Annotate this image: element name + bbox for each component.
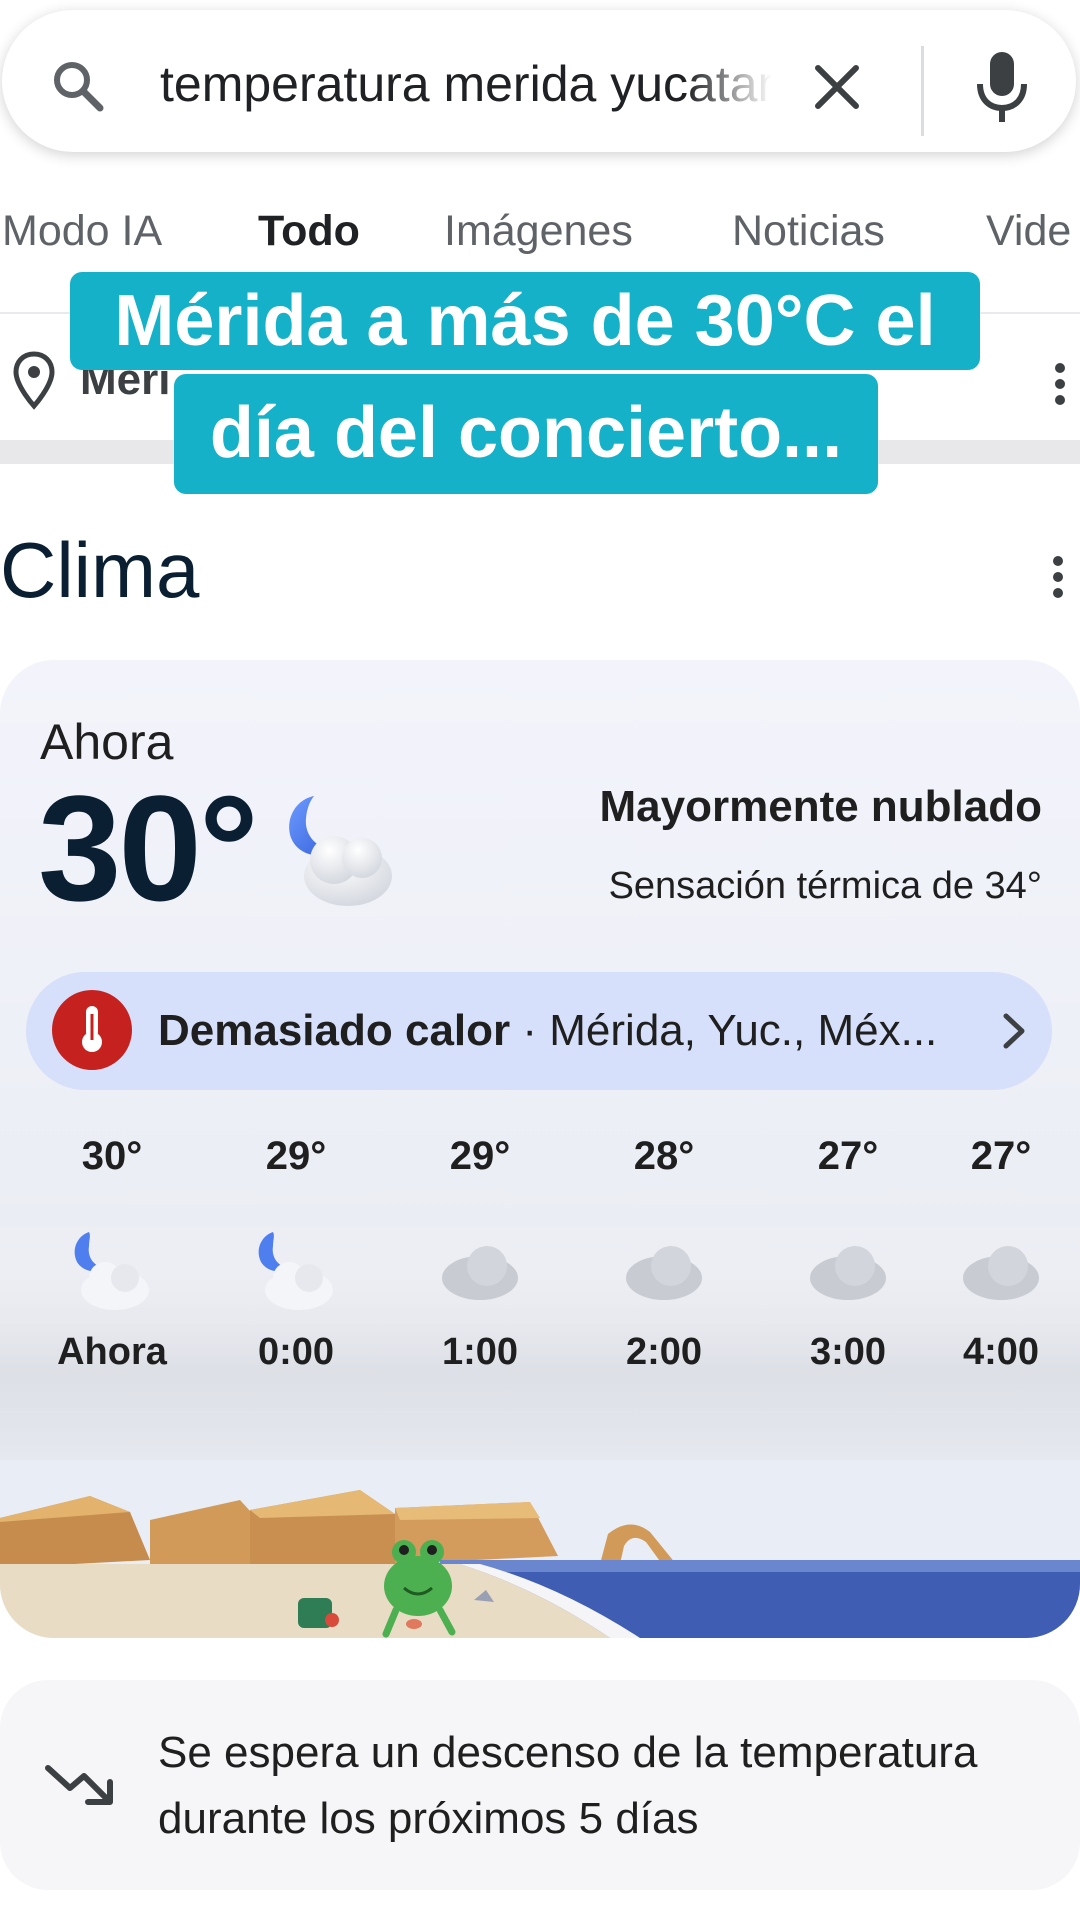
forecast-note-card[interactable]: Se espera un descenso de la temperatura … bbox=[0, 1680, 1080, 1890]
cloud-icon bbox=[963, 1246, 1039, 1300]
search-divider bbox=[921, 46, 924, 136]
hourly-temp: 29° bbox=[449, 1134, 511, 1178]
beach-scene-illustration bbox=[0, 1460, 1080, 1638]
hourly-time: 2:00 bbox=[625, 1331, 703, 1373]
more-vert-icon[interactable] bbox=[1050, 360, 1070, 408]
more-vert-icon[interactable] bbox=[1048, 553, 1068, 601]
moon-cloud-icon bbox=[289, 796, 392, 906]
hourly-time: Ahora bbox=[57, 1331, 167, 1373]
cloud-icon bbox=[626, 1246, 702, 1300]
hourly-temp: 29° bbox=[265, 1134, 327, 1178]
close-icon[interactable] bbox=[812, 62, 862, 112]
now-label: Ahora bbox=[40, 714, 174, 770]
weather-card[interactable]: Ahora 30° Mayormente nublado Sensación t… bbox=[0, 660, 1080, 1638]
alert-place: Mérida, Yuc., Méx... bbox=[549, 1006, 938, 1055]
alert-text: Demasiado calor · Mérida, Yuc., Méx... bbox=[158, 1000, 937, 1062]
hourly-temp: 27° bbox=[970, 1134, 1032, 1178]
location-pin-icon bbox=[13, 351, 55, 410]
hourly-time: 1:00 bbox=[441, 1331, 519, 1373]
tab-todo[interactable]: Todo bbox=[258, 198, 360, 264]
current-temperature: 30° bbox=[38, 764, 259, 932]
feels-like: Sensación térmica de 34° bbox=[608, 865, 1042, 907]
chevron-right-icon bbox=[1003, 1013, 1025, 1049]
hourly-item[interactable]: 27° 3:00 bbox=[773, 1130, 923, 1377]
moon-cloud-icon bbox=[258, 1232, 333, 1310]
tab-modo-ia[interactable]: Modo IA bbox=[2, 198, 162, 264]
moon-cloud-icon bbox=[74, 1232, 149, 1310]
tab-videos[interactable]: Vide bbox=[986, 198, 1071, 264]
forecast-note-text: Se espera un descenso de la temperatura … bbox=[158, 1728, 978, 1843]
tab-imagenes[interactable]: Imágenes bbox=[444, 198, 633, 264]
hourly-temp: 28° bbox=[633, 1134, 695, 1178]
hourly-item[interactable]: 30° Ahora bbox=[37, 1130, 187, 1377]
search-tabs: Modo IA Todo Imágenes Noticias Vide bbox=[0, 198, 1080, 264]
hourly-temp: 27° bbox=[817, 1134, 879, 1178]
hourly-item[interactable]: 28° 2:00 bbox=[589, 1130, 739, 1377]
microphone-icon[interactable] bbox=[972, 50, 1032, 126]
hourly-time: 0:00 bbox=[257, 1331, 335, 1373]
hourly-time: 4:00 bbox=[962, 1331, 1040, 1373]
hourly-item[interactable]: 29° 0:00 bbox=[221, 1130, 371, 1377]
heat-alert-chip[interactable]: Demasiado calor · Mérida, Yuc., Méx... bbox=[26, 972, 1052, 1090]
search-icon bbox=[54, 62, 104, 112]
cloud-icon bbox=[810, 1246, 886, 1300]
alert-separator: · bbox=[510, 1006, 550, 1055]
hourly-time: 3:00 bbox=[809, 1331, 887, 1373]
weather-condition: Mayormente nublado bbox=[599, 782, 1043, 831]
search-bar[interactable]: temperatura merida yucatan bbox=[2, 10, 1076, 152]
trending-down-icon bbox=[45, 1765, 113, 1805]
caption-line-2: día del concierto... bbox=[174, 374, 878, 494]
hourly-item[interactable]: 29° 1:00 bbox=[405, 1130, 555, 1377]
caption-line-1: Mérida a más de 30°C el bbox=[70, 272, 980, 370]
hourly-temp: 30° bbox=[81, 1134, 143, 1178]
search-input[interactable]: temperatura merida yucatan bbox=[160, 54, 772, 114]
hourly-item[interactable]: 27° 4:00 bbox=[926, 1130, 1076, 1377]
alert-title: Demasiado calor bbox=[158, 1006, 511, 1055]
cloud-icon bbox=[442, 1246, 518, 1300]
tab-noticias[interactable]: Noticias bbox=[732, 198, 885, 264]
thermometer-icon bbox=[52, 990, 132, 1070]
section-title: Clima bbox=[0, 526, 200, 614]
